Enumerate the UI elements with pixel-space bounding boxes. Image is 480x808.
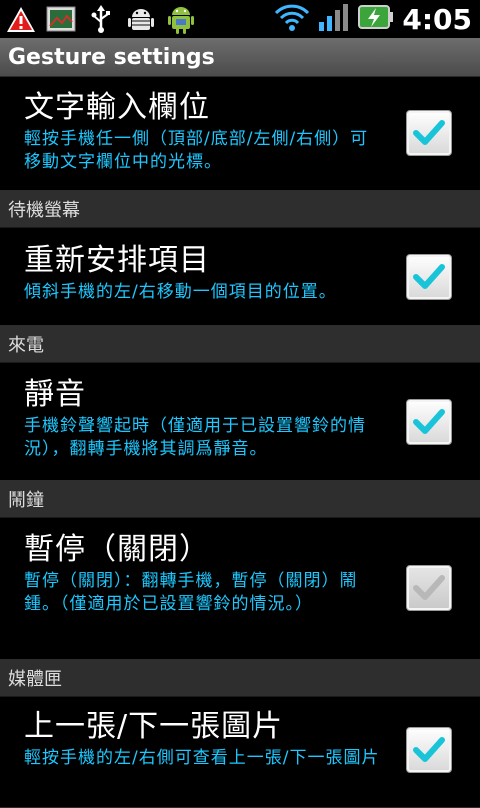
pref-title: 文字輸入欄位 <box>24 90 210 125</box>
pref-checkbox[interactable] <box>406 399 452 445</box>
wifi-icon <box>274 2 310 36</box>
pref-mute[interactable]: 靜音 手機鈴聲響起時（僅適用于已設置響鈴的情況），翻轉手機將其調爲靜音。 <box>0 363 480 481</box>
title-bar: Gesture settings <box>0 38 480 77</box>
signal-icon <box>318 2 350 36</box>
warning-icon <box>6 4 36 34</box>
check-icon <box>413 575 445 600</box>
pref-title: 上一張/下一張圖片 <box>24 709 284 744</box>
pref-snooze[interactable]: 暫停（關閉） 暫停（關閉）：翻轉手機，暫停（關閉）鬧鍾。（僅適用於已設置響鈴的情… <box>0 518 480 660</box>
pref-checkbox[interactable] <box>406 565 452 611</box>
android-icon <box>166 4 196 34</box>
gallery-icon <box>46 4 76 34</box>
pref-summary: 輕按手機的左/右側可查看上一張/下一張圖片 <box>24 748 380 768</box>
pref-summary: 手機鈴聲響起時（僅適用于已設置響鈴的情況），翻轉手機將其調爲靜音。 <box>24 416 366 459</box>
clock: 4:05 <box>402 2 472 36</box>
pref-summary: 傾斜手機的左/右移動一個項目的位置。 <box>24 282 337 302</box>
category-header: 待機螢幕 <box>0 191 480 228</box>
category-header: 鬧鐘 <box>0 481 480 518</box>
settings-list: 文字輸入欄位 輕按手機任一側（頂部/底部/左側/右側）可移動文字欄位中的光標。 … <box>0 77 480 808</box>
pref-prev-next-image[interactable]: 上一張/下一張圖片 輕按手機的左/右側可查看上一張/下一張圖片 <box>0 697 480 808</box>
pref-rearrange-items[interactable]: 重新安排項目 傾斜手機的左/右移動一個項目的位置。 <box>0 228 480 326</box>
check-icon <box>413 737 445 762</box>
category-header: 媒體匣 <box>0 660 480 697</box>
pref-summary: 輕按手機任一側（頂部/底部/左側/右側）可移動文字欄位中的光標。 <box>24 129 369 172</box>
pref-title: 暫停（關閉） <box>24 532 210 567</box>
page-title: Gesture settings <box>8 44 215 70</box>
battery-charging-icon <box>358 4 394 34</box>
check-icon <box>413 409 445 434</box>
pref-text-input-field[interactable]: 文字輸入欄位 輕按手機任一側（頂部/底部/左側/右側）可移動文字欄位中的光標。 <box>0 77 480 191</box>
status-bar: 4:05 <box>0 0 480 38</box>
pref-checkbox[interactable] <box>406 254 452 300</box>
pref-title: 重新安排項目 <box>24 243 210 278</box>
pref-title: 靜音 <box>24 377 86 412</box>
check-icon <box>413 264 445 289</box>
pref-summary: 暫停（關閉）：翻轉手機，暫停（關閉）鬧鍾。（僅適用於已設置響鈴的情況。） <box>24 571 358 614</box>
pref-checkbox[interactable] <box>406 727 452 773</box>
category-header: 來電 <box>0 326 480 363</box>
check-icon <box>413 120 445 145</box>
usb-icon <box>86 4 116 34</box>
android-debug-icon <box>126 4 156 34</box>
pref-checkbox[interactable] <box>406 110 452 156</box>
